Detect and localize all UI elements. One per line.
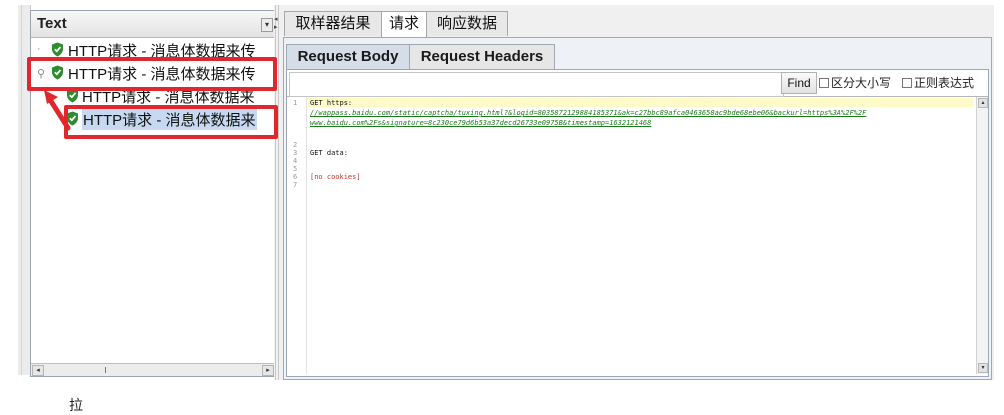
case-sensitive-label: 区分大小写 [831,76,892,90]
tree-column-header[interactable]: Text ▾ [31,11,275,38]
code-line-6: [no cookies] [310,173,361,181]
regex-checkbox[interactable]: 正则表达式 [902,74,974,91]
request-body-panel: Find 区分大小写 正则表达式 1 2 3 4 5 6 7 GET https… [286,69,989,377]
request-tab-panel: Request Body Request Headers Find 区分大小写 … [283,37,992,380]
tab-response-data[interactable]: 响应数据 [426,11,508,36]
checkbox-icon[interactable] [819,78,829,88]
current-line-highlight [307,98,973,107]
tab-request-headers[interactable]: Request Headers [409,44,555,69]
line-number: 5 [293,165,298,173]
code-line-1: GET https: [310,99,353,107]
scroll-left-icon[interactable]: ◂ [32,365,44,376]
column-dropdown-icon[interactable]: ▾ [261,18,273,32]
line-number: 2 [293,141,298,149]
column-header-label: Text [37,15,67,32]
line-number: 1 [293,99,298,107]
checkbox-icon[interactable] [902,78,912,88]
tab-request[interactable]: 请求 [381,11,427,38]
case-sensitive-checkbox[interactable]: 区分大小写 [819,74,891,91]
line-number: 3 [293,149,298,157]
request-url-part-2[interactable]: www.baidu.com%2Fs&signature=8c230ce79d6b… [310,119,651,127]
line-number: 7 [293,181,298,189]
line-number: 4 [293,157,298,165]
line-number: 6 [293,173,298,181]
request-url-part-1[interactable]: //wappass.baidu.com/static/captcha/tuxin… [310,109,866,117]
scroll-up-icon[interactable]: ▴ [978,98,988,108]
tree-connector-icon: · [37,43,41,55]
result-detail-panel: 取样器结果 请求 响应数据 Request Body Request Heade… [280,5,994,380]
regex-label: 正则表达式 [914,76,975,90]
shield-check-icon [52,42,63,57]
annotation-highlight-box [64,105,278,139]
scroll-right-icon[interactable]: ▸ [262,365,274,376]
editor-vertical-scrollbar[interactable]: ▴ ▾ [976,97,988,374]
line-number-gutter: 1 2 3 4 5 6 7 [287,97,307,374]
find-bar: Find 区分大小写 正则表达式 [287,70,988,97]
tab-sampler-result[interactable]: 取样器结果 [284,11,382,36]
find-button[interactable]: Find [781,72,817,94]
tab-request-body[interactable]: Request Body [286,44,410,69]
request-body-editor[interactable]: 1 2 3 4 5 6 7 GET https: //wappass.baidu… [287,97,988,374]
scroll-thumb[interactable] [105,367,106,373]
scroll-down-icon[interactable]: ▾ [978,363,988,373]
footer-text: 拉 [69,397,83,413]
search-input[interactable] [289,72,784,97]
annotation-arrow-icon [44,90,71,131]
code-line-3: GET data: [310,149,348,157]
tree-horizontal-scrollbar[interactable]: ◂ ▸ [31,363,275,376]
collapse-arrows-icon[interactable]: ◂ ▸ [274,15,278,31]
